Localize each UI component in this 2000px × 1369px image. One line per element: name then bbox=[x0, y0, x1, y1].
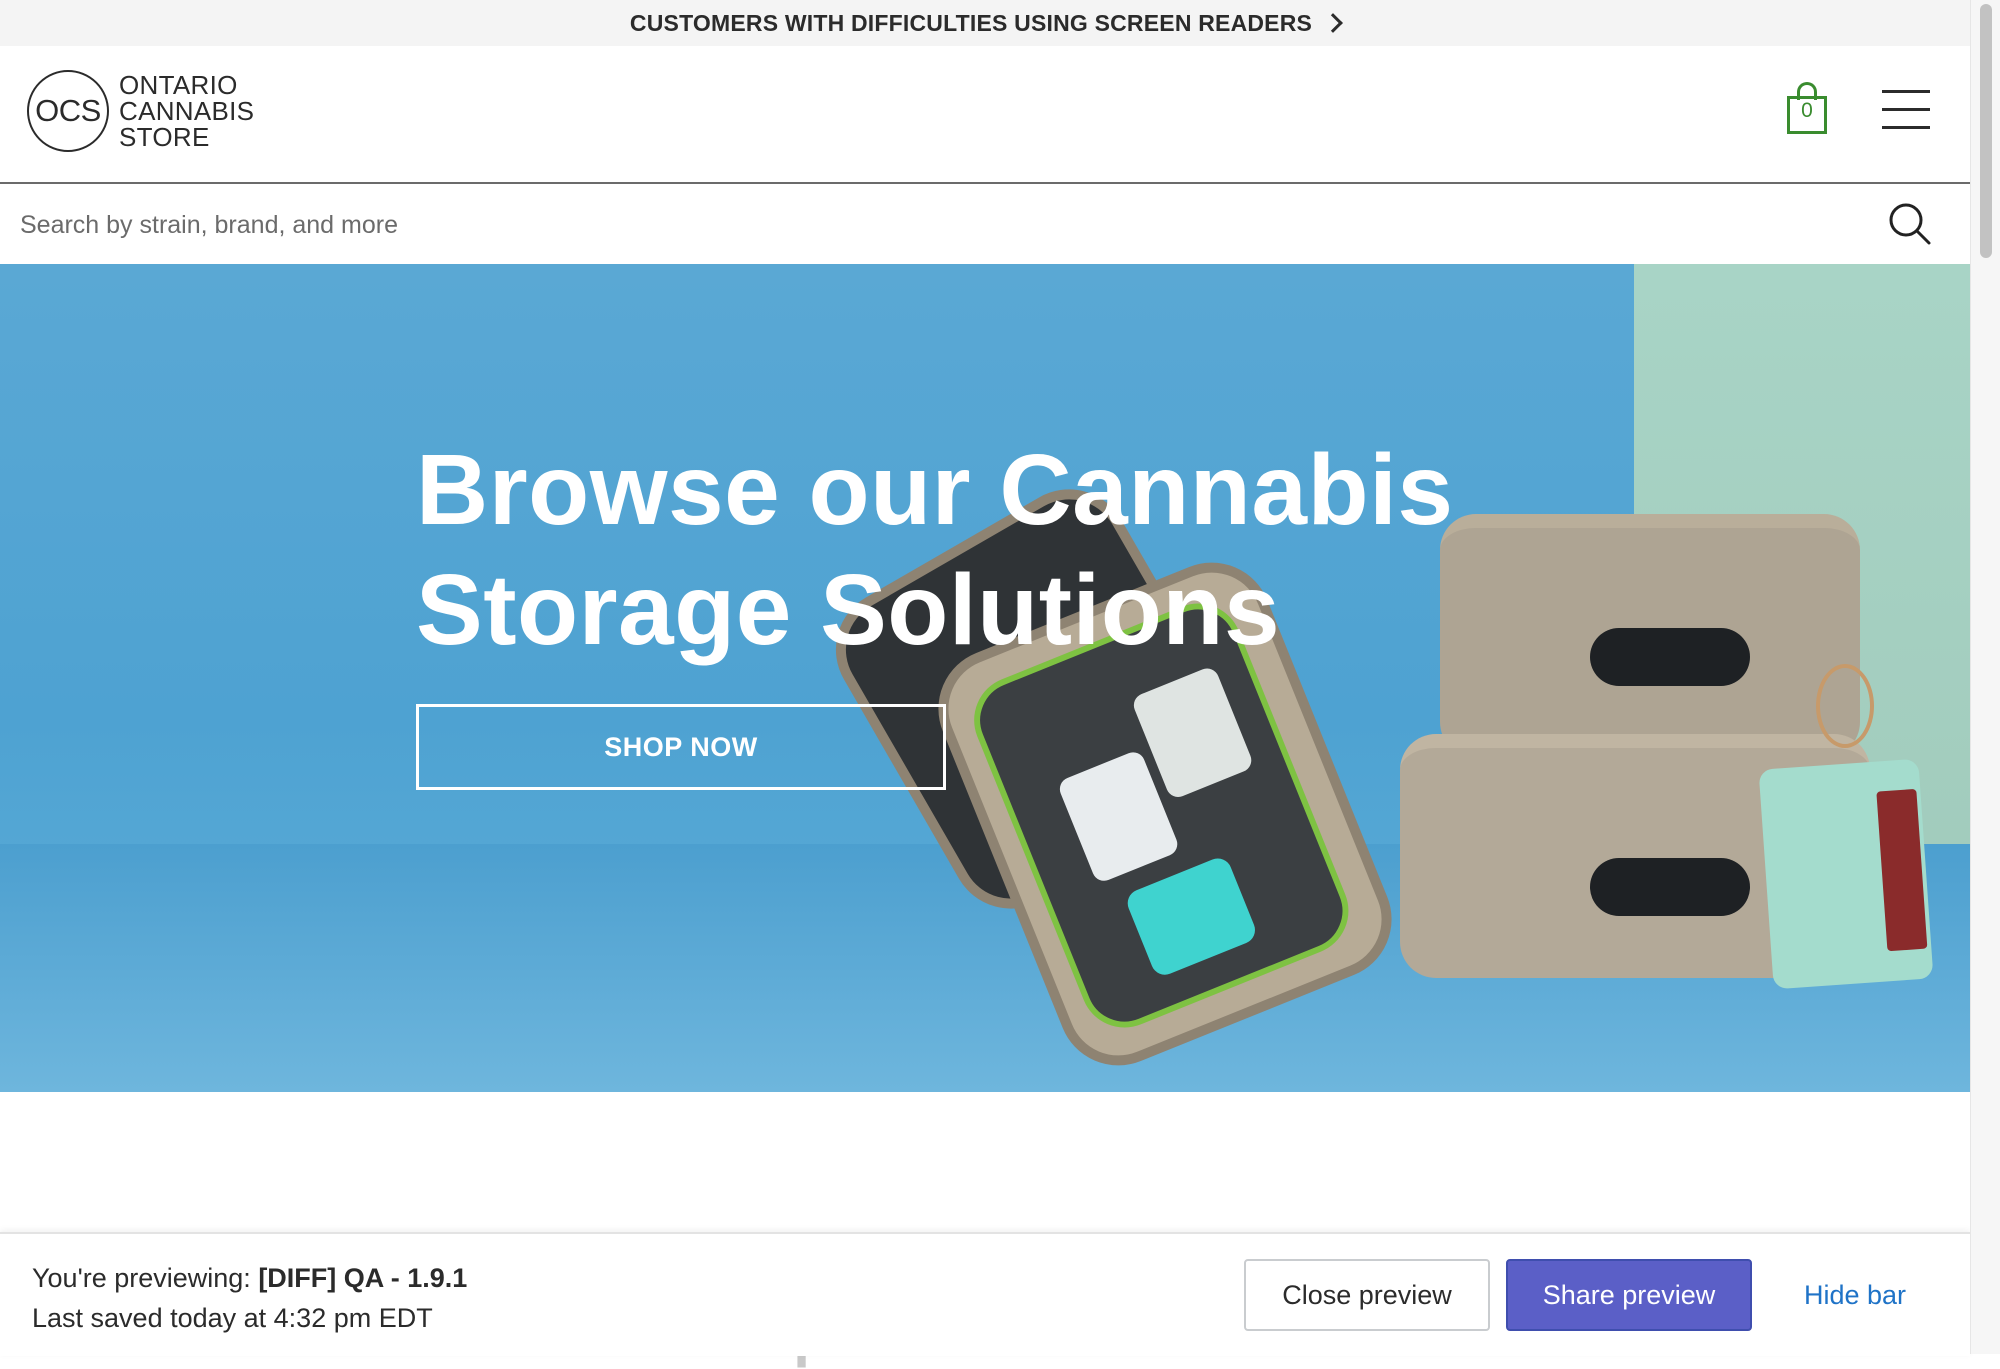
site-header: OCS ONTARIO CANNABIS STORE 0 bbox=[0, 46, 1970, 184]
container-image bbox=[1123, 854, 1260, 979]
menu-button[interactable] bbox=[1882, 90, 1930, 130]
share-preview-button[interactable]: Share preview bbox=[1506, 1259, 1752, 1331]
hero-title-line-2: Storage Solutions bbox=[416, 554, 1281, 666]
lock-icon bbox=[1590, 628, 1750, 686]
hamburger-line-middle bbox=[1882, 108, 1930, 111]
chevron-right-icon bbox=[1323, 13, 1343, 33]
site-logo[interactable]: OCS ONTARIO CANNABIS STORE bbox=[27, 70, 254, 152]
cart-button[interactable]: 0 bbox=[1787, 82, 1831, 140]
logo-line-2: CANNABIS bbox=[119, 96, 255, 126]
hamburger-menu-icon bbox=[1882, 90, 1930, 93]
hero-title: Browse our Cannabis Storage Solutions bbox=[416, 430, 1516, 670]
wallet-card-image bbox=[1876, 788, 1928, 952]
hero-banner: Browse our Cannabis Storage Solutions SH… bbox=[0, 264, 1970, 1092]
wallet-image bbox=[1758, 758, 1934, 990]
shop-now-button[interactable]: SHOP NOW bbox=[416, 704, 946, 790]
announcement-bar[interactable]: CUSTOMERS WITH DIFFICULTIES USING SCREEN… bbox=[0, 0, 1970, 46]
hero-title-line-1: Browse our Cannabis bbox=[416, 434, 1454, 546]
search-icon[interactable] bbox=[1888, 202, 1932, 246]
search-input[interactable] bbox=[18, 196, 1862, 254]
keyring-image bbox=[1816, 664, 1874, 748]
logo-line-1: ONTARIO bbox=[119, 70, 238, 100]
page-scrollbar[interactable] bbox=[1970, 0, 2000, 1354]
close-preview-button[interactable]: Close preview bbox=[1244, 1259, 1490, 1331]
theme-preview-bar: You're previewing: [DIFF] QA - 1.9.1 Las… bbox=[0, 1232, 1970, 1356]
preview-prefix: You're previewing: bbox=[32, 1263, 251, 1293]
logo-wordmark: ONTARIO CANNABIS STORE bbox=[119, 72, 254, 150]
hamburger-line-bottom bbox=[1882, 126, 1930, 129]
lock-icon bbox=[1590, 858, 1750, 916]
preview-theme-line: You're previewing: [DIFF] QA - 1.9.1 bbox=[32, 1258, 467, 1298]
preview-info: You're previewing: [DIFF] QA - 1.9.1 Las… bbox=[32, 1258, 467, 1338]
preview-theme-name: [DIFF] QA - 1.9.1 bbox=[258, 1263, 468, 1293]
logo-mark: OCS bbox=[27, 70, 109, 152]
hide-bar-button[interactable]: Hide bar bbox=[1780, 1259, 1930, 1331]
search-bar bbox=[0, 184, 1970, 264]
scrollbar-thumb[interactable] bbox=[1980, 4, 1992, 258]
cart-count: 0 bbox=[1801, 99, 1813, 122]
preview-last-saved: Last saved today at 4:32 pm EDT bbox=[32, 1303, 433, 1333]
announcement-text: CUSTOMERS WITH DIFFICULTIES USING SCREEN… bbox=[629, 9, 1313, 36]
logo-line-3: STORE bbox=[119, 122, 210, 152]
